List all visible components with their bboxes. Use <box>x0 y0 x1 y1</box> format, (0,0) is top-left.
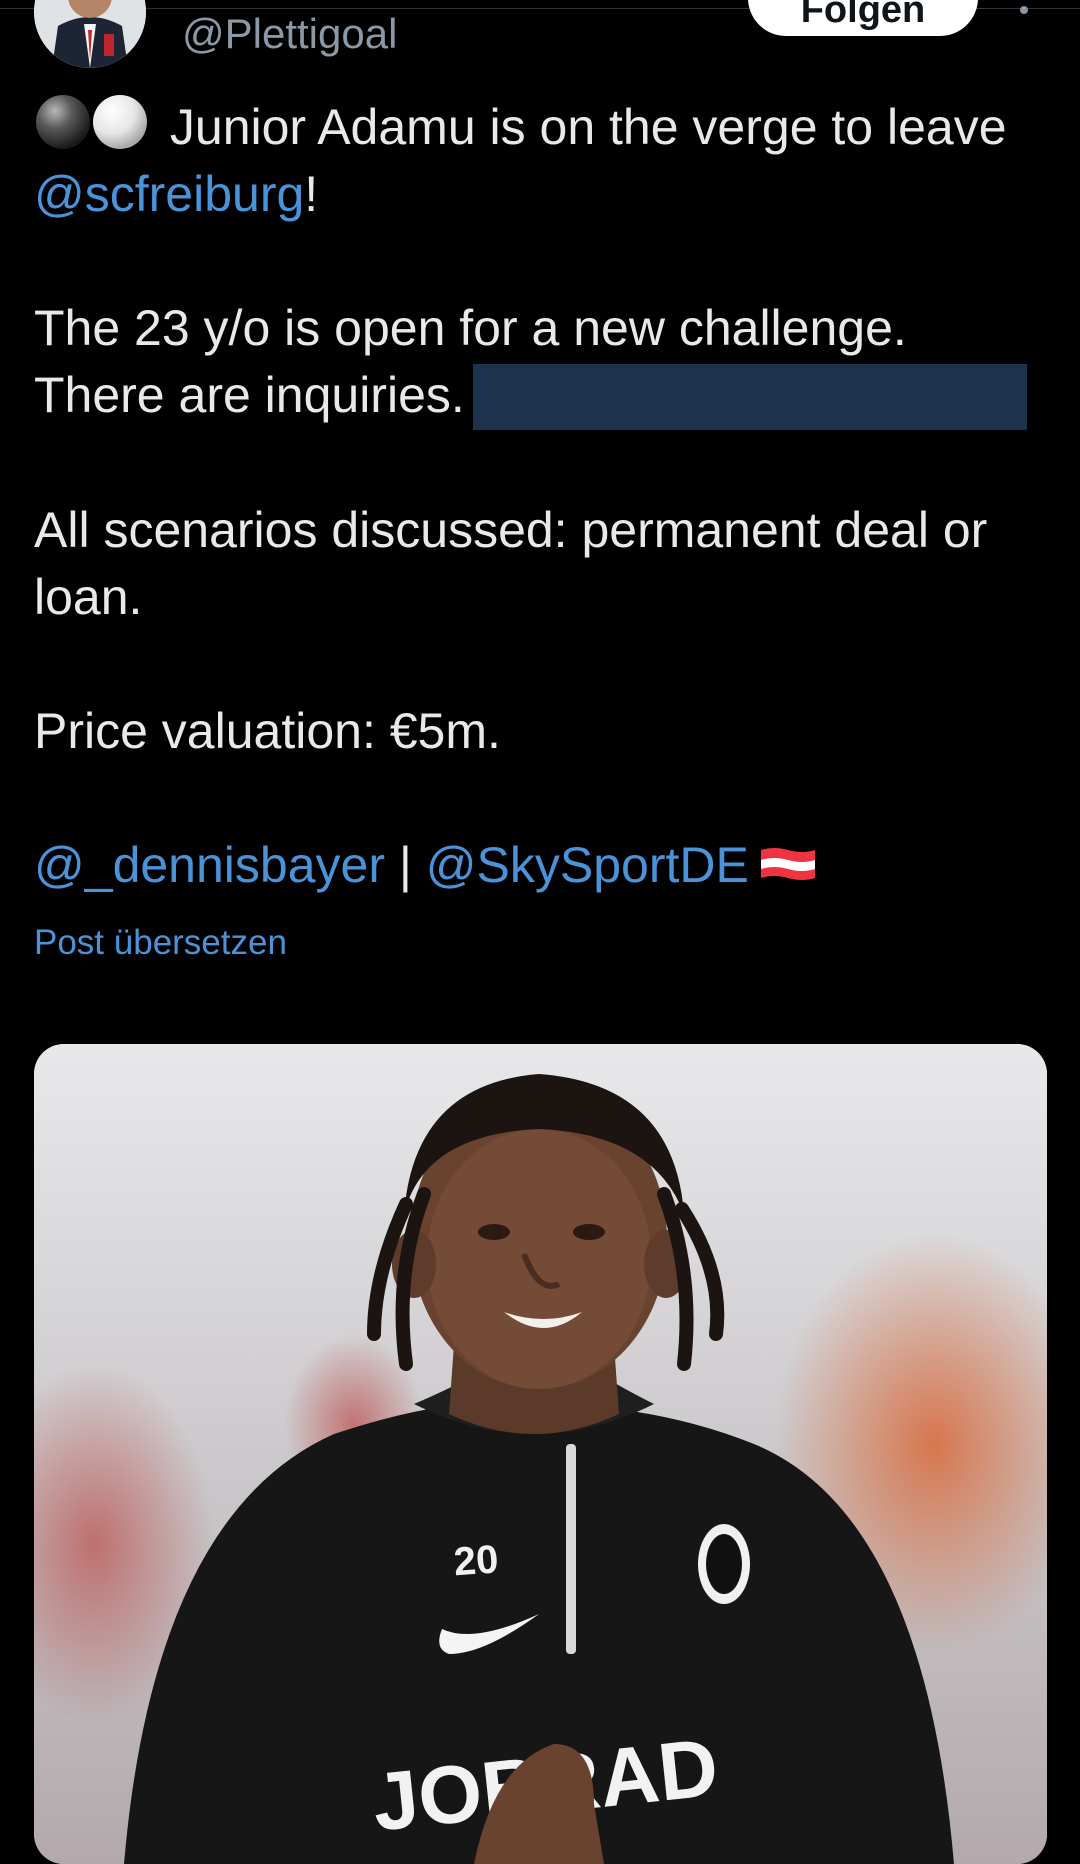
black-and-white-balls-icon <box>36 95 147 149</box>
austria-flag-icon <box>760 848 815 880</box>
tweet-media-image[interactable]: 20 JOBRAD <box>34 1044 1047 1864</box>
tweet-line-3: The 23 y/o is open for a new challenge. <box>34 300 907 356</box>
tweet-body: Junior Adamu is on the verge to leave @s… <box>34 92 1054 899</box>
tweet-line-4-text: There are inquiries. <box>34 367 465 423</box>
svg-text:20: 20 <box>452 1537 499 1584</box>
exclamation-text: ! <box>304 166 319 222</box>
redaction-block <box>472 364 1027 430</box>
avatar[interactable] <box>34 0 146 68</box>
tweet-line-5: All scenarios discussed: permanent deal … <box>34 502 988 558</box>
tweet-line-2: @scfreiburg! <box>34 161 1054 228</box>
tweet-line-1: Junior Adamu is on the verge to leave <box>34 92 1054 161</box>
author-handle[interactable]: @Plettigoal <box>182 10 397 58</box>
tweet-line-7: Price valuation: €5m. <box>34 703 501 759</box>
follow-button[interactable]: Folgen <box>748 0 978 36</box>
mention-skysportde-link[interactable]: @SkySportDE <box>426 837 749 893</box>
jersey-number-text: 20 <box>452 1537 499 1584</box>
tweet-line-8: @_dennisbayer | @SkySportDE <box>34 832 1054 899</box>
mention-dennisbayer-link[interactable]: @_dennisbayer <box>34 837 385 893</box>
mention-scfreiburg-link[interactable]: @scfreiburg <box>34 166 304 222</box>
tweet-line-4: There are inquiries. <box>34 362 1054 430</box>
tweet-line-6: loan. <box>34 569 143 625</box>
separator-text: | <box>384 837 426 893</box>
tweet-line-1-text: Junior Adamu is on the verge to leave <box>156 99 1007 155</box>
more-dots-icon[interactable] <box>1014 2 1044 26</box>
translate-post-link[interactable]: Post übersetzen <box>34 923 287 963</box>
